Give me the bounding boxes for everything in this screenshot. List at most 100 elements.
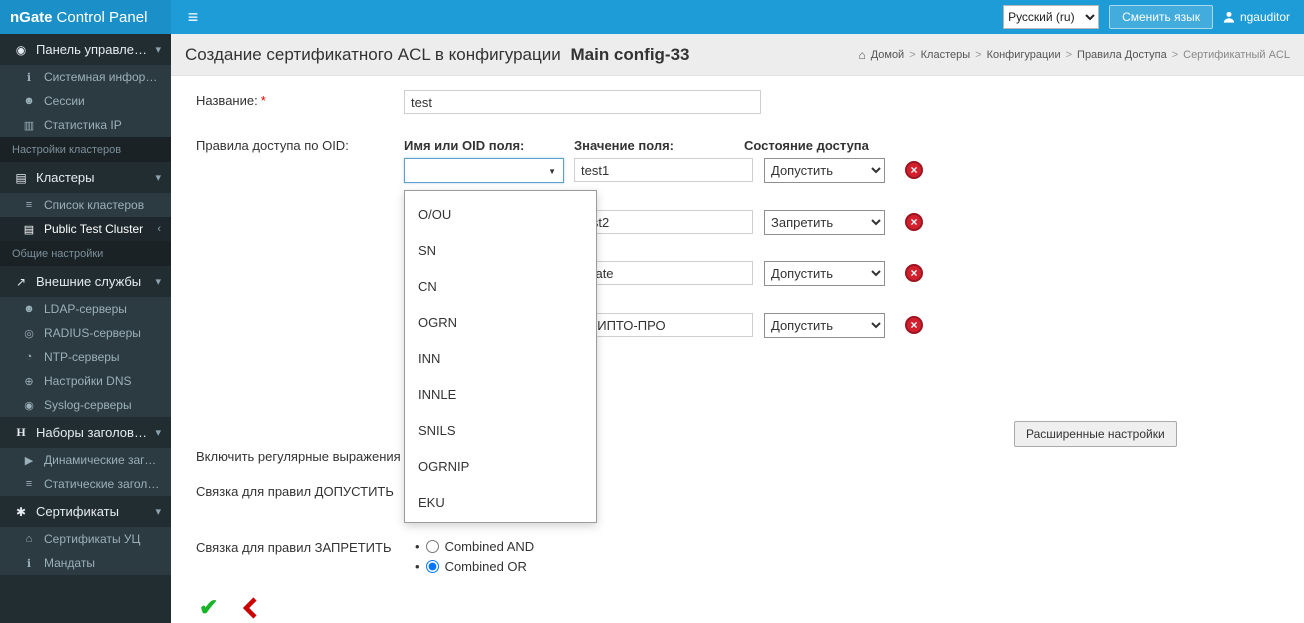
sidebar-item-ntp-servers[interactable]: ◔ NTP-серверы (0, 345, 171, 369)
breadcrumb-access-rules[interactable]: Правила Доступа (1077, 49, 1167, 61)
sidebar-item-syslog-servers[interactable]: ◉ Syslog-серверы (0, 393, 171, 417)
username-label: ngauditor (1239, 10, 1290, 24)
field-value-input[interactable] (574, 158, 753, 182)
radius-icon: ◎ (24, 327, 34, 340)
combined-or-radio[interactable] (425, 560, 439, 573)
breadcrumb-home[interactable]: Домой (871, 49, 905, 61)
bullet-icon: • (415, 559, 420, 574)
language-select[interactable]: Русский (ru) (1003, 5, 1100, 29)
sidebar-section-cluster-settings: Настройки кластеров (0, 137, 171, 162)
globe-icon: ⊕ (24, 375, 34, 388)
sidebar-item-ca-certificates[interactable]: ⌂ Сертификаты УЦ (0, 527, 171, 551)
sidebar-item-radius-servers[interactable]: ◎ RADIUS-серверы (0, 321, 171, 345)
sidebar-item-label: Сессии (44, 94, 85, 108)
sidebar-item-system-info[interactable]: ℹ Системная информация (0, 65, 171, 89)
sidebar-item-label: Системная информация (44, 70, 161, 84)
users-icon: ☻ (23, 303, 35, 315)
sidebar-menu: ◉ Панель управления ▾ ℹ Системная информ… (0, 34, 171, 575)
delete-rule-button[interactable]: × (905, 161, 923, 179)
chevron-down-icon: ▾ (155, 506, 161, 518)
dropdown-option-cn[interactable]: CN (405, 269, 596, 305)
sidebar-item-label: LDAP-серверы (44, 302, 127, 316)
breadcrumb-clusters[interactable]: Кластеры (921, 49, 971, 61)
page-title: Создание сертификатного ACL в конфигурац… (185, 45, 690, 65)
play-icon: ▶ (24, 454, 34, 467)
allow-link-label: Связка для правил ДОПУСТИТЬ (196, 484, 394, 499)
chart-icon: ▥ (23, 119, 35, 132)
deny-option-combined-or: • Combined OR (415, 559, 527, 574)
sidebar-item-external-services[interactable]: ↗ Внешние службы ▾ (0, 266, 171, 297)
sidebar-item-label: Мандаты (44, 556, 95, 570)
delete-rule-button[interactable]: × (905, 213, 923, 231)
sidebar-section-label: Общие настройки (12, 248, 104, 260)
dropdown-option-eku[interactable]: EKU (405, 485, 596, 521)
breadcrumb-configurations[interactable]: Конфигурации (987, 49, 1061, 61)
sidebar-item-clusters[interactable]: ▤ Кластеры ▾ (0, 162, 171, 193)
breadcrumb-separator: > (975, 48, 982, 61)
sidebar-item-label: Панель управления (36, 42, 152, 57)
list-icon: ≡ (25, 199, 33, 211)
sidebar-item-label: Статистика IP (44, 118, 122, 132)
sidebar-item-static-headers[interactable]: ≡ Статические заголовки (0, 472, 171, 496)
sidebar-item-control-panel[interactable]: ◉ Панель управления ▾ (0, 34, 171, 65)
sidebar-item-dynamic-headers[interactable]: ▶ Динамические заголовки (0, 448, 171, 472)
delete-x-icon: × (910, 215, 918, 229)
delete-rule-button[interactable]: × (905, 316, 923, 334)
brand-bold: nGate (10, 8, 53, 26)
sidebar-item-label: Динамические заголовки (44, 453, 161, 467)
brand-rest: Control Panel (56, 8, 148, 26)
advanced-settings-button[interactable]: Расширенные настройки (1014, 421, 1177, 447)
info-icon: ℹ (26, 557, 32, 570)
brand-logo[interactable]: nGate Control Panel (0, 0, 171, 34)
sidebar-item-dns-settings[interactable]: ⊕ Настройки DNS (0, 369, 171, 393)
sidebar-item-mandates[interactable]: ℹ Мандаты (0, 551, 171, 575)
dropdown-option-sn[interactable]: SN (405, 233, 596, 269)
chevron-down-icon: ▾ (155, 427, 161, 439)
dropdown-option-inn[interactable]: INN (405, 341, 596, 377)
cluster-node-icon: ▤ (23, 223, 35, 236)
sidebar-item-label: Кластеры (36, 170, 95, 185)
access-state-select[interactable]: Запретить (764, 210, 885, 235)
sidebar-item-label: Syslog-серверы (44, 398, 132, 412)
access-state-select[interactable]: Допустить (764, 158, 885, 183)
sidebar-item-certificates[interactable]: ✱ Сертификаты ▾ (0, 496, 171, 527)
sidebar-item-public-test-cluster[interactable]: ▤ Public Test Cluster ‹ (0, 217, 171, 241)
required-asterisk: * (260, 93, 266, 108)
hamburger-menu-icon[interactable]: ≡ (171, 0, 215, 34)
sidebar-item-ip-statistics[interactable]: ▥ Статистика IP (0, 113, 171, 137)
dropdown-option-ogrn[interactable]: OGRN (405, 305, 596, 341)
back-icon[interactable] (242, 597, 258, 622)
dropdown-option-snils[interactable]: SNILS (405, 413, 596, 449)
dropdown-option-oou[interactable]: O/OU (405, 197, 596, 233)
breadcrumb-separator: > (909, 48, 916, 61)
change-language-button[interactable]: Сменить язык (1109, 5, 1213, 29)
list-icon: ≡ (25, 478, 33, 490)
breadcrumb-separator: > (1171, 48, 1179, 61)
sidebar-item-cluster-list[interactable]: ≡ Список кластеров (0, 193, 171, 217)
sidebar-item-label: Наборы заголовков (36, 425, 152, 440)
chevron-down-icon: ▾ (155, 276, 161, 288)
submit-check-icon[interactable]: ✔ (199, 596, 218, 619)
combined-and-radio[interactable] (425, 540, 439, 553)
screen: nGate Control Panel ≡ Русский (ru) Смени… (0, 0, 1304, 623)
field-value-input[interactable] (574, 261, 753, 285)
oid-field-combo-open[interactable]: ▼ (404, 158, 564, 183)
delete-rule-button[interactable]: × (905, 264, 923, 282)
field-value-input[interactable] (574, 210, 753, 234)
sidebar-item-label: RADIUS-серверы (44, 326, 141, 340)
user-menu[interactable]: ngauditor (1223, 10, 1290, 24)
sidebar-item-header-sets[interactable]: H Наборы заголовков ▾ (0, 417, 171, 448)
dropdown-option-innle[interactable]: INNLE (405, 377, 596, 413)
acl-name-input[interactable] (404, 90, 761, 114)
sidebar-item-sessions[interactable]: ☻ Сессии (0, 89, 171, 113)
access-state-select[interactable]: Допустить (764, 313, 885, 338)
dropdown-option-ogrnip[interactable]: OGRNIP (405, 449, 596, 485)
chevron-left-icon: ‹ (157, 223, 161, 235)
deny-option-combined-and: • Combined AND (415, 539, 534, 554)
sidebar-item-label: Сертификаты (36, 504, 119, 519)
access-state-select[interactable]: Допустить (764, 261, 885, 286)
sidebar-item-label: Внешние службы (36, 274, 142, 289)
field-value-input[interactable] (574, 313, 753, 337)
caret-down-icon: ▼ (548, 167, 556, 176)
sidebar-item-ldap-servers[interactable]: ☻ LDAP-серверы (0, 297, 171, 321)
